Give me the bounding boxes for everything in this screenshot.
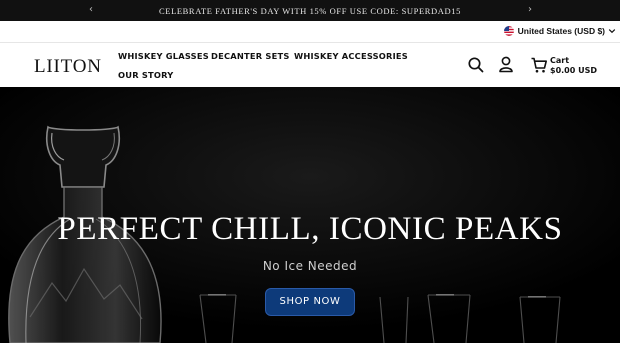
hero-subtitle: No Ice Needed: [262, 259, 358, 273]
country-selector[interactable]: United States (USD $): [503, 26, 616, 36]
nav-whiskey-glasses[interactable]: WHISKEY GLASSES: [118, 51, 209, 61]
hero-banner: PERFECT CHILL, ICONIC PEAKS No Ice Neede…: [0, 87, 620, 343]
country-selector-label: United States (USD $): [517, 26, 605, 36]
hero-title: PERFECT CHILL, ICONIC PEAKS: [57, 211, 563, 247]
cart-total[interactable]: $0.00 USD: [550, 66, 597, 75]
nav-our-story[interactable]: OUR STORY: [118, 70, 174, 80]
site-logo[interactable]: LIITON: [34, 56, 102, 78]
chevron-right-icon[interactable]: ›: [524, 4, 536, 16]
locale-bar: United States (USD $): [0, 21, 620, 43]
account-icon[interactable]: [497, 55, 515, 73]
search-icon[interactable]: [467, 56, 485, 74]
cart-icon[interactable]: [530, 56, 548, 74]
nav-decanter-sets[interactable]: DECANTER SETS: [211, 51, 290, 61]
shop-now-button[interactable]: SHOP NOW: [265, 288, 355, 316]
nav-whiskey-accessories[interactable]: WHISKEY ACCESSORIES: [294, 51, 408, 61]
us-flag-icon: [503, 26, 514, 36]
announcement-bar: ‹ CELEBRATE FATHER'S DAY WITH 15% OFF US…: [0, 0, 620, 21]
chevron-down-icon: [608, 29, 616, 34]
cart-label[interactable]: Cart: [550, 56, 569, 65]
site-header: LIITON WHISKEY GLASSES DECANTER SETS WHI…: [0, 43, 620, 87]
